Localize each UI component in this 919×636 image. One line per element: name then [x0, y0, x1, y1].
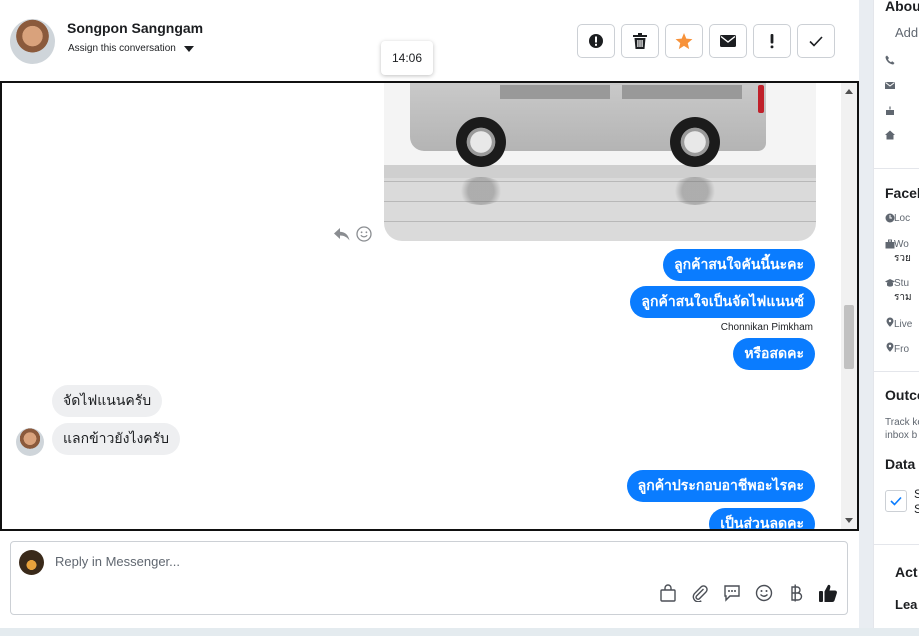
fb-locale-text: Loc: [894, 213, 911, 224]
fb-work-text: Wo: [894, 239, 909, 250]
window-bottom-strip: [0, 628, 919, 636]
mark-done-button[interactable]: [797, 24, 835, 58]
data-checkbox-label: S: [914, 503, 919, 516]
add-details-link[interactable]: Add: [895, 26, 918, 39]
payment-button[interactable]: [785, 582, 807, 604]
thumbs-up-icon: [819, 584, 837, 602]
data-checkbox-label: S: [914, 488, 919, 501]
van-tail-light: [758, 85, 764, 113]
contact-avatar-small: [16, 428, 44, 456]
scroll-up-arrow-icon[interactable]: [845, 89, 853, 94]
composer-toolbar: [657, 582, 839, 604]
van-rear-wheel: [670, 117, 720, 167]
fb-lives-text: Live: [894, 319, 913, 330]
wheel-reflection: [670, 177, 720, 205]
conversation-actions: [577, 24, 835, 58]
reply-icon[interactable]: [334, 227, 350, 241]
home-icon: [885, 130, 895, 140]
delete-button[interactable]: [621, 24, 659, 58]
outgoing-message[interactable]: ลูกค้าประกอบอาชีพอะไรคะ: [626, 470, 815, 502]
follow-up-button[interactable]: [753, 24, 791, 58]
like-button[interactable]: [817, 582, 839, 604]
chat-scrollbar[interactable]: [841, 83, 857, 529]
section-divider: [874, 168, 919, 169]
contact-details-panel: About Add Faceb Loc Wo รวย Stu ราม Live …: [873, 0, 919, 628]
message-time-tooltip: 14:06: [381, 41, 433, 75]
assign-label: Assign this conversation: [68, 43, 176, 54]
fb-study-value: ราม: [894, 292, 912, 303]
emoji-icon: [755, 584, 773, 602]
scroll-down-arrow-icon[interactable]: [845, 518, 853, 523]
mark-spam-button[interactable]: [577, 24, 615, 58]
exclamation-icon: [770, 34, 774, 49]
outgoing-message[interactable]: ลูกค้าสนใจคันนี้นะคะ: [663, 249, 815, 281]
outcomes-heading: Outco: [885, 387, 919, 403]
floor-line: [384, 181, 816, 182]
star-icon: [675, 32, 693, 49]
saved-reply-button[interactable]: [721, 582, 743, 604]
phone-icon: [885, 55, 895, 65]
van-window: [500, 85, 610, 99]
caret-down-icon: [183, 45, 194, 52]
trash-icon: [633, 33, 647, 49]
van-front-wheel: [456, 117, 506, 167]
incoming-message[interactable]: จัดไฟแนนครับ: [52, 385, 163, 417]
envelope-icon: [720, 35, 736, 47]
shop-bag-button[interactable]: [657, 582, 679, 604]
message-sender-name: Chonnikan Pimkham: [720, 322, 813, 333]
emoji-button[interactable]: [753, 582, 775, 604]
floor-line: [384, 221, 816, 222]
attach-button[interactable]: [689, 582, 711, 604]
fb-work-value: รวย: [894, 253, 911, 264]
about-heading: About: [885, 0, 919, 14]
section-divider: [874, 544, 919, 545]
section-divider: [874, 371, 919, 372]
activity-heading: Act: [895, 564, 918, 580]
assign-conversation-dropdown[interactable]: Assign this conversation: [68, 43, 194, 54]
mark-unread-button[interactable]: [709, 24, 747, 58]
data-checkbox[interactable]: [885, 490, 907, 512]
photo-message-tools: [334, 226, 372, 242]
email-icon: [885, 82, 895, 89]
alert-circle-icon: [589, 34, 603, 48]
outgoing-message[interactable]: หรือสดคะ: [733, 338, 815, 370]
scrollbar-thumb[interactable]: [844, 305, 854, 369]
reply-input[interactable]: [55, 554, 755, 569]
star-button[interactable]: [665, 24, 703, 58]
saved-reply-icon: [724, 585, 740, 602]
message-thread[interactable]: ลูกค้าสนใจคันนี้นะคะ ลูกค้าสนใจเป็นจัดไฟ…: [0, 81, 859, 531]
wheel-reflection: [456, 177, 506, 205]
birthday-icon: [886, 106, 894, 115]
van-window: [622, 85, 742, 99]
data-heading: Data: [885, 456, 916, 472]
react-emoji-icon[interactable]: [356, 226, 372, 242]
incoming-message[interactable]: แลกข้าวยังไงครับ: [52, 423, 181, 455]
conversation-panel: Songpon Sangngam Assign this conversatio…: [0, 0, 859, 628]
outcome-description-line: Track ke: [885, 417, 919, 428]
facebook-heading: Faceb: [885, 185, 919, 201]
outgoing-message[interactable]: เป็นส่วนลดคะ: [709, 508, 815, 529]
message-composer: [10, 541, 848, 615]
lead-heading: Lea: [895, 597, 918, 612]
fb-from-text: Fro: [894, 344, 909, 355]
contact-avatar[interactable]: [10, 19, 55, 64]
fb-study-text: Stu: [894, 278, 910, 289]
paperclip-icon: [692, 585, 708, 602]
outcome-description-line: inbox b: [885, 430, 918, 441]
baht-icon: [791, 584, 803, 602]
outgoing-message[interactable]: ลูกค้าสนใจเป็นจัดไฟแนนซ์: [630, 286, 815, 318]
shop-bag-icon: [660, 584, 676, 602]
page-avatar: [19, 550, 44, 575]
floor-line: [384, 201, 816, 202]
checkmark-icon: [890, 496, 902, 506]
contact-name[interactable]: Songpon Sangngam: [67, 20, 203, 36]
van-photo-attachment[interactable]: [384, 83, 816, 241]
checkmark-icon: [809, 35, 823, 47]
